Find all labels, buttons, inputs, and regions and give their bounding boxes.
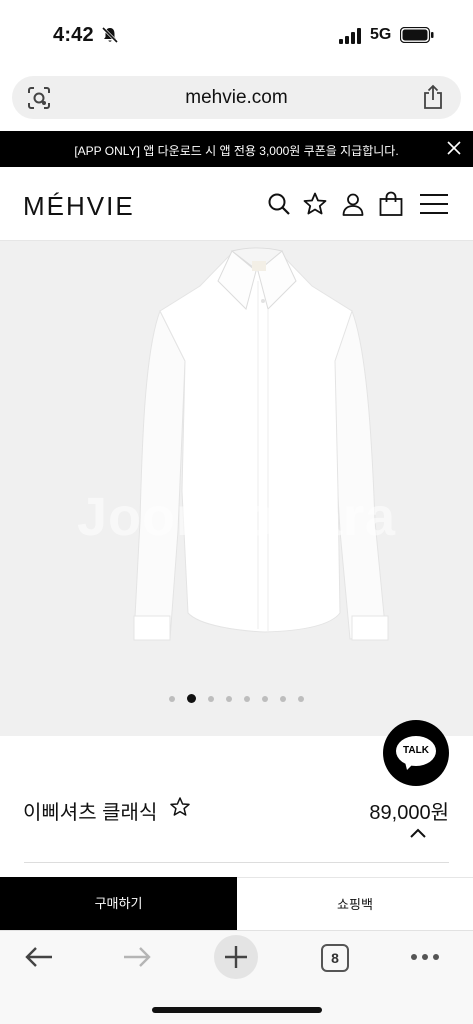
- talk-label: TALK: [403, 745, 429, 756]
- carousel-dot[interactable]: [298, 695, 304, 702]
- browser-toolbar: 8: [0, 930, 473, 1024]
- back-arrow-icon[interactable]: [24, 945, 54, 969]
- promo-banner: [APP ONLY] 앱 다운로드 시 앱 전용 3,000원 쿠폰을 지급합니…: [0, 131, 473, 167]
- product-image: [133, 247, 389, 641]
- chat-bubble-tail: [405, 762, 415, 770]
- new-tab-button[interactable]: [214, 935, 258, 979]
- talk-chat-button[interactable]: TALK: [383, 720, 449, 786]
- more-icon[interactable]: [410, 953, 440, 961]
- buy-button[interactable]: 구매하기: [0, 877, 237, 930]
- divider: [24, 862, 449, 863]
- signal-icon: [339, 28, 361, 44]
- carousel-dot[interactable]: [262, 695, 268, 702]
- site-logo[interactable]: MÉHVIE: [23, 191, 135, 222]
- carousel-dot[interactable]: [280, 695, 286, 702]
- carousel-dot[interactable]: [187, 694, 196, 704]
- forward-arrow-icon[interactable]: [122, 945, 152, 969]
- plus-icon: [225, 946, 247, 968]
- site-header: MÉHVIE: [0, 167, 473, 241]
- carousel-dot[interactable]: [208, 695, 214, 702]
- home-indicator: [152, 1007, 322, 1013]
- shopping-bag-button[interactable]: 쇼핑백: [237, 877, 473, 930]
- close-icon[interactable]: [445, 139, 463, 157]
- bag-icon[interactable]: [378, 191, 404, 217]
- network-label: 5G: [370, 26, 392, 43]
- status-time: 4:42: [53, 24, 94, 46]
- menu-icon[interactable]: [419, 191, 449, 217]
- carousel-dot[interactable]: [169, 695, 175, 702]
- carousel-dot[interactable]: [244, 695, 250, 702]
- address-bar[interactable]: mehvie.com: [12, 76, 461, 119]
- star-icon[interactable]: [302, 191, 328, 217]
- search-icon[interactable]: [266, 191, 292, 217]
- product-name: 이삐셔츠 클래식: [23, 802, 158, 824]
- promo-text: [APP ONLY] 앱 다운로드 시 앱 전용 3,000원 쿠폰을 지급합니…: [74, 144, 399, 158]
- url-text[interactable]: mehvie.com: [12, 87, 461, 109]
- status-bar: 4:42 5G: [0, 0, 473, 70]
- carousel-dots[interactable]: [0, 690, 473, 708]
- battery-icon: [400, 27, 434, 43]
- wishlist-star-icon[interactable]: [169, 796, 191, 818]
- watermark: Joongonara: [76, 487, 397, 547]
- carousel-dot[interactable]: [226, 695, 232, 702]
- bell-off-icon: [101, 26, 119, 44]
- share-icon[interactable]: [421, 84, 445, 110]
- product-price: 89,000원: [369, 802, 449, 824]
- chevron-up-icon[interactable]: [409, 827, 427, 839]
- product-gallery[interactable]: Joongonara: [0, 241, 473, 736]
- user-icon[interactable]: [340, 191, 366, 217]
- tab-switcher-button[interactable]: 8: [321, 944, 349, 972]
